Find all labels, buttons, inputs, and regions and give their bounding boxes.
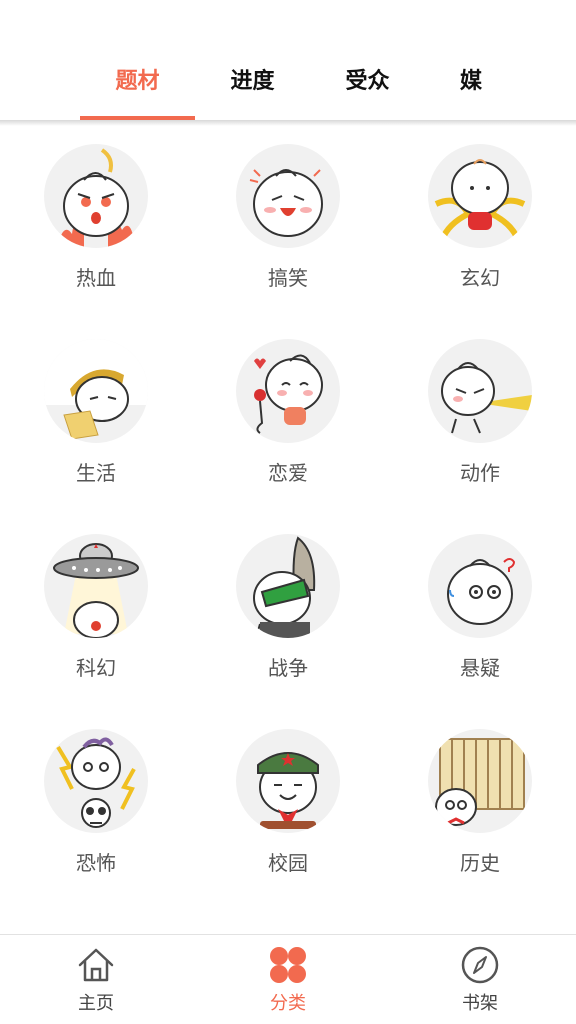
category-label: 科幻: [76, 656, 116, 680]
tab-progress[interactable]: 进度: [195, 56, 310, 120]
top-header: 题材 进度 受众 媒体: [0, 0, 576, 122]
tab-audience[interactable]: 受众: [310, 56, 425, 120]
category-label: 搞笑: [268, 266, 308, 290]
category-grid: 热血 搞笑 玄幻 生活 恋爱 动作 科幻 战争 悬疑 恐怖 校园 历史: [0, 126, 576, 934]
home-icon: [78, 948, 114, 982]
bottom-nav: 主页 分类 书架: [0, 934, 576, 1024]
category-item[interactable]: 悬疑: [384, 516, 576, 711]
bun-ufo-icon: [44, 534, 148, 638]
category-label: 动作: [460, 461, 500, 485]
bun-war-icon: [236, 534, 340, 638]
category-grid-icon: [270, 947, 306, 983]
nav-home[interactable]: 主页: [0, 935, 192, 1024]
category-item[interactable]: 玄幻: [384, 126, 576, 321]
category-item[interactable]: 科幻: [0, 516, 192, 711]
category-label: 热血: [76, 266, 116, 290]
bun-life-icon: [44, 339, 148, 443]
category-label: 恋爱: [268, 461, 308, 485]
category-item[interactable]: 校园: [192, 711, 384, 906]
category-label: 战争: [268, 656, 308, 680]
category-item[interactable]: 热血: [0, 126, 192, 321]
category-label: 生活: [76, 461, 116, 485]
bun-laugh-icon: [236, 144, 340, 248]
bun-horror-icon: [44, 729, 148, 833]
category-item[interactable]: 历史: [384, 711, 576, 906]
bun-action-icon: [428, 339, 532, 443]
bun-fire-icon: [44, 144, 148, 248]
category-label: 校园: [268, 851, 308, 875]
nav-bookshelf[interactable]: 书架: [384, 935, 576, 1024]
category-label: 玄幻: [460, 266, 500, 290]
nav-category-label: 分类: [270, 993, 306, 1014]
category-item[interactable]: 生活: [0, 321, 192, 516]
category-label: 历史: [460, 851, 500, 875]
bun-love-icon: [236, 339, 340, 443]
tab-theme[interactable]: 题材: [80, 56, 195, 120]
category-item[interactable]: 搞笑: [192, 126, 384, 321]
nav-home-label: 主页: [78, 993, 114, 1014]
category-item[interactable]: 动作: [384, 321, 576, 516]
category-label: 悬疑: [460, 656, 500, 680]
compass-icon: [461, 946, 499, 984]
bun-fantasy-icon: [428, 144, 532, 248]
tab-media[interactable]: 媒体: [425, 56, 497, 120]
nav-category[interactable]: 分类: [192, 935, 384, 1024]
bun-history-icon: [428, 729, 532, 833]
bun-mystery-icon: [428, 534, 532, 638]
bun-school-icon: [236, 729, 340, 833]
category-label: 恐怖: [76, 851, 116, 875]
nav-bookshelf-label: 书架: [462, 993, 498, 1014]
category-item[interactable]: 恋爱: [192, 321, 384, 516]
category-item[interactable]: 恐怖: [0, 711, 192, 906]
category-item[interactable]: 战争: [192, 516, 384, 711]
category-tabs: 题材 进度 受众 媒体: [0, 56, 576, 120]
